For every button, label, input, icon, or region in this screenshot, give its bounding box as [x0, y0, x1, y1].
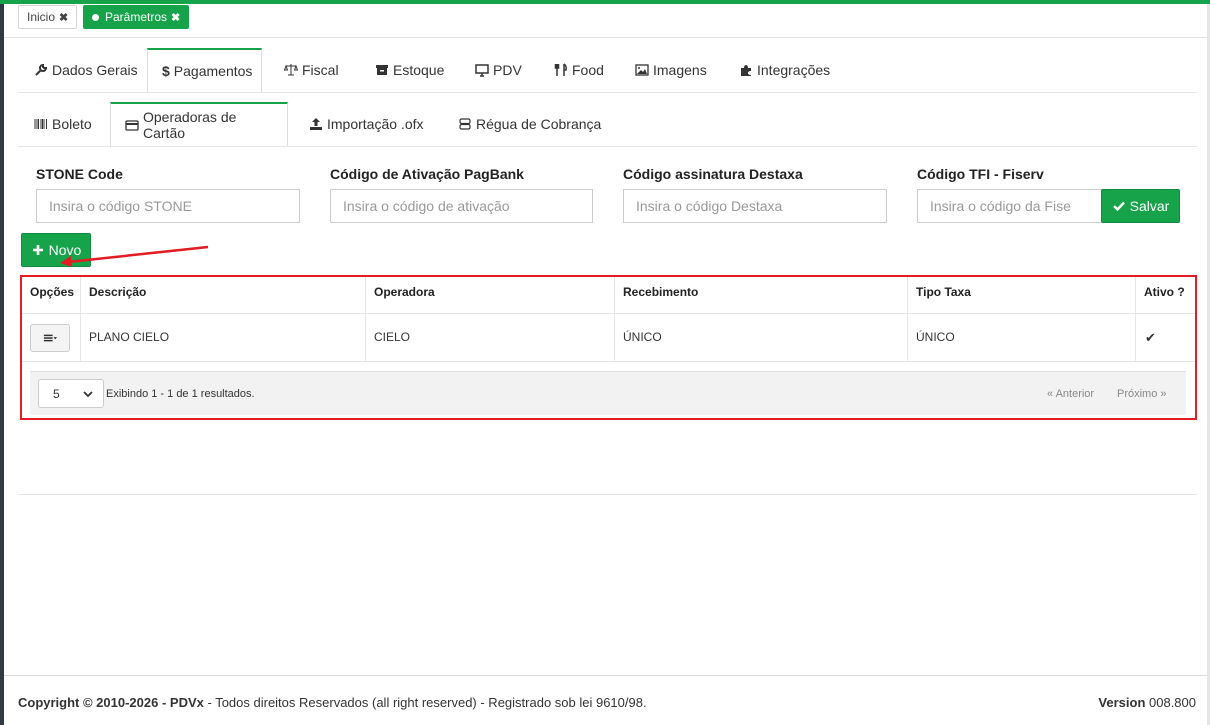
cell-recebimento: ÚNICO	[623, 330, 662, 344]
balance-scale-icon	[284, 63, 298, 77]
tab-label: Régua de Cobrança	[476, 116, 602, 132]
dollar-icon: $	[162, 63, 170, 79]
tab-label: Importação .ofx	[327, 116, 424, 132]
close-icon[interactable]: ✖	[59, 11, 68, 24]
stone-code-label: STONE Code	[36, 166, 123, 182]
fiserv-input[interactable]	[917, 189, 1102, 223]
column-header-ativo[interactable]: Ativo ?	[1144, 285, 1185, 299]
column-header-descricao[interactable]: Descrição	[89, 285, 146, 299]
results-info: Exibindo 1 - 1 de 1 resultados.	[106, 388, 255, 400]
tab-dados-gerais[interactable]: Dados Gerais	[20, 48, 152, 92]
check-icon	[1112, 199, 1126, 213]
monitor-icon	[475, 63, 489, 77]
pagbank-input[interactable]	[330, 189, 593, 223]
image-icon	[635, 63, 649, 77]
menu-dropdown-icon	[43, 331, 57, 345]
checkmark-icon: ✔	[1145, 330, 1156, 345]
tab-label: Estoque	[393, 62, 445, 78]
tab-label: Imagens	[653, 62, 707, 78]
next-page-link[interactable]: Próximo »	[1117, 388, 1167, 400]
save-label: Salvar	[1129, 198, 1170, 214]
column-header-opcoes: Opções	[30, 285, 75, 299]
content-divider	[18, 494, 1197, 495]
tab-imagens[interactable]: Imagens	[621, 48, 721, 92]
column-divider	[907, 277, 908, 361]
tab-label: Boleto	[52, 116, 92, 132]
tab-label: Operadoras de Cartão	[143, 109, 237, 141]
annotation-arrow	[60, 245, 209, 267]
destaxa-input[interactable]	[623, 189, 887, 223]
column-divider	[1135, 277, 1136, 361]
row-divider	[22, 361, 1195, 362]
barcode-icon	[34, 117, 48, 131]
fiserv-label: Código TFI - Fiserv	[917, 166, 1044, 182]
wrench-icon	[34, 63, 48, 77]
tab-label: Pagamentos	[173, 63, 253, 79]
tab-pagamentos[interactable]: $ Pagamentos	[147, 48, 262, 92]
tab-estoque[interactable]: Estoque	[361, 48, 458, 92]
close-icon[interactable]: ✖	[171, 11, 180, 24]
tab-label: PDV	[493, 62, 522, 78]
copyright-prefix: Copyright © 2010-2026 -	[18, 695, 170, 710]
chevron-down-icon	[81, 387, 95, 401]
column-divider	[80, 277, 81, 361]
subtab-importacao-ofx[interactable]: Importação .ofx	[295, 102, 438, 146]
version-label: Version	[1098, 695, 1146, 710]
destaxa-label: Código assinatura Destaxa	[623, 166, 803, 182]
subtab-regua-cobranca[interactable]: Régua de Cobrança	[444, 102, 615, 146]
column-header-recebimento[interactable]: Recebimento	[623, 285, 698, 299]
utensils-icon	[554, 63, 568, 77]
previous-page-link[interactable]: « Anterior	[1047, 388, 1094, 400]
pagbank-label: Código de Ativação PagBank	[330, 166, 524, 182]
tab-label: Fiscal	[302, 62, 339, 78]
tab-label: Integrações	[757, 62, 831, 78]
footer-version: Version 008.800	[1098, 695, 1196, 710]
tab-fiscal[interactable]: Fiscal	[270, 48, 353, 92]
stone-code-input[interactable]	[36, 189, 300, 223]
page-size-select[interactable]: 5	[38, 379, 104, 408]
subtab-boleto[interactable]: Boleto	[20, 102, 106, 146]
version-value: 008.800	[1145, 695, 1196, 710]
header-divider	[22, 313, 1195, 314]
sub-tabs-line	[18, 146, 1197, 147]
row-options-button[interactable]	[30, 324, 70, 352]
cell-operadora: CIELO	[374, 330, 411, 344]
puzzle-icon	[739, 63, 753, 77]
column-header-tipo-taxa[interactable]: Tipo Taxa	[916, 285, 971, 299]
plus-icon	[31, 243, 45, 257]
page-size-value: 5	[53, 386, 60, 401]
column-header-operadora[interactable]: Operadora	[374, 285, 435, 299]
brand-name: PDVx	[169, 695, 204, 710]
subtab-operadoras-cartao[interactable]: Operadoras de Cartão	[110, 102, 288, 146]
main-tabs-line	[18, 92, 1197, 93]
save-button[interactable]: Salvar	[1101, 189, 1180, 223]
tab-label: Food	[572, 62, 604, 78]
tab-pdv[interactable]: PDV	[461, 48, 536, 92]
footer-copyright: Copyright © 2010-2026 - PDVx - Todos dir…	[18, 695, 647, 710]
server-icon	[458, 117, 472, 131]
column-divider	[614, 277, 615, 361]
archive-icon	[375, 63, 389, 77]
tab-integracoes[interactable]: Integrações	[725, 48, 844, 92]
credit-card-icon	[125, 118, 139, 132]
left-edge	[0, 4, 4, 725]
active-dot-icon	[92, 13, 99, 21]
page-tab-label: Inicio	[27, 10, 56, 24]
cell-tipo-taxa: ÚNICO	[916, 330, 955, 344]
tab-food[interactable]: Food	[540, 48, 618, 92]
column-divider	[365, 277, 366, 361]
page-tab-parametros[interactable]: Parâmetros ✖	[83, 5, 190, 29]
upload-icon	[309, 117, 323, 131]
page-tab-label: Parâmetros	[105, 10, 168, 24]
tab-label: Dados Gerais	[52, 62, 138, 78]
copyright-rest: - Todos direitos Reservados (all right r…	[203, 695, 647, 710]
cell-descricao: PLANO CIELO	[89, 330, 170, 344]
page-tab-inicio[interactable]: Inicio ✖	[18, 5, 78, 29]
